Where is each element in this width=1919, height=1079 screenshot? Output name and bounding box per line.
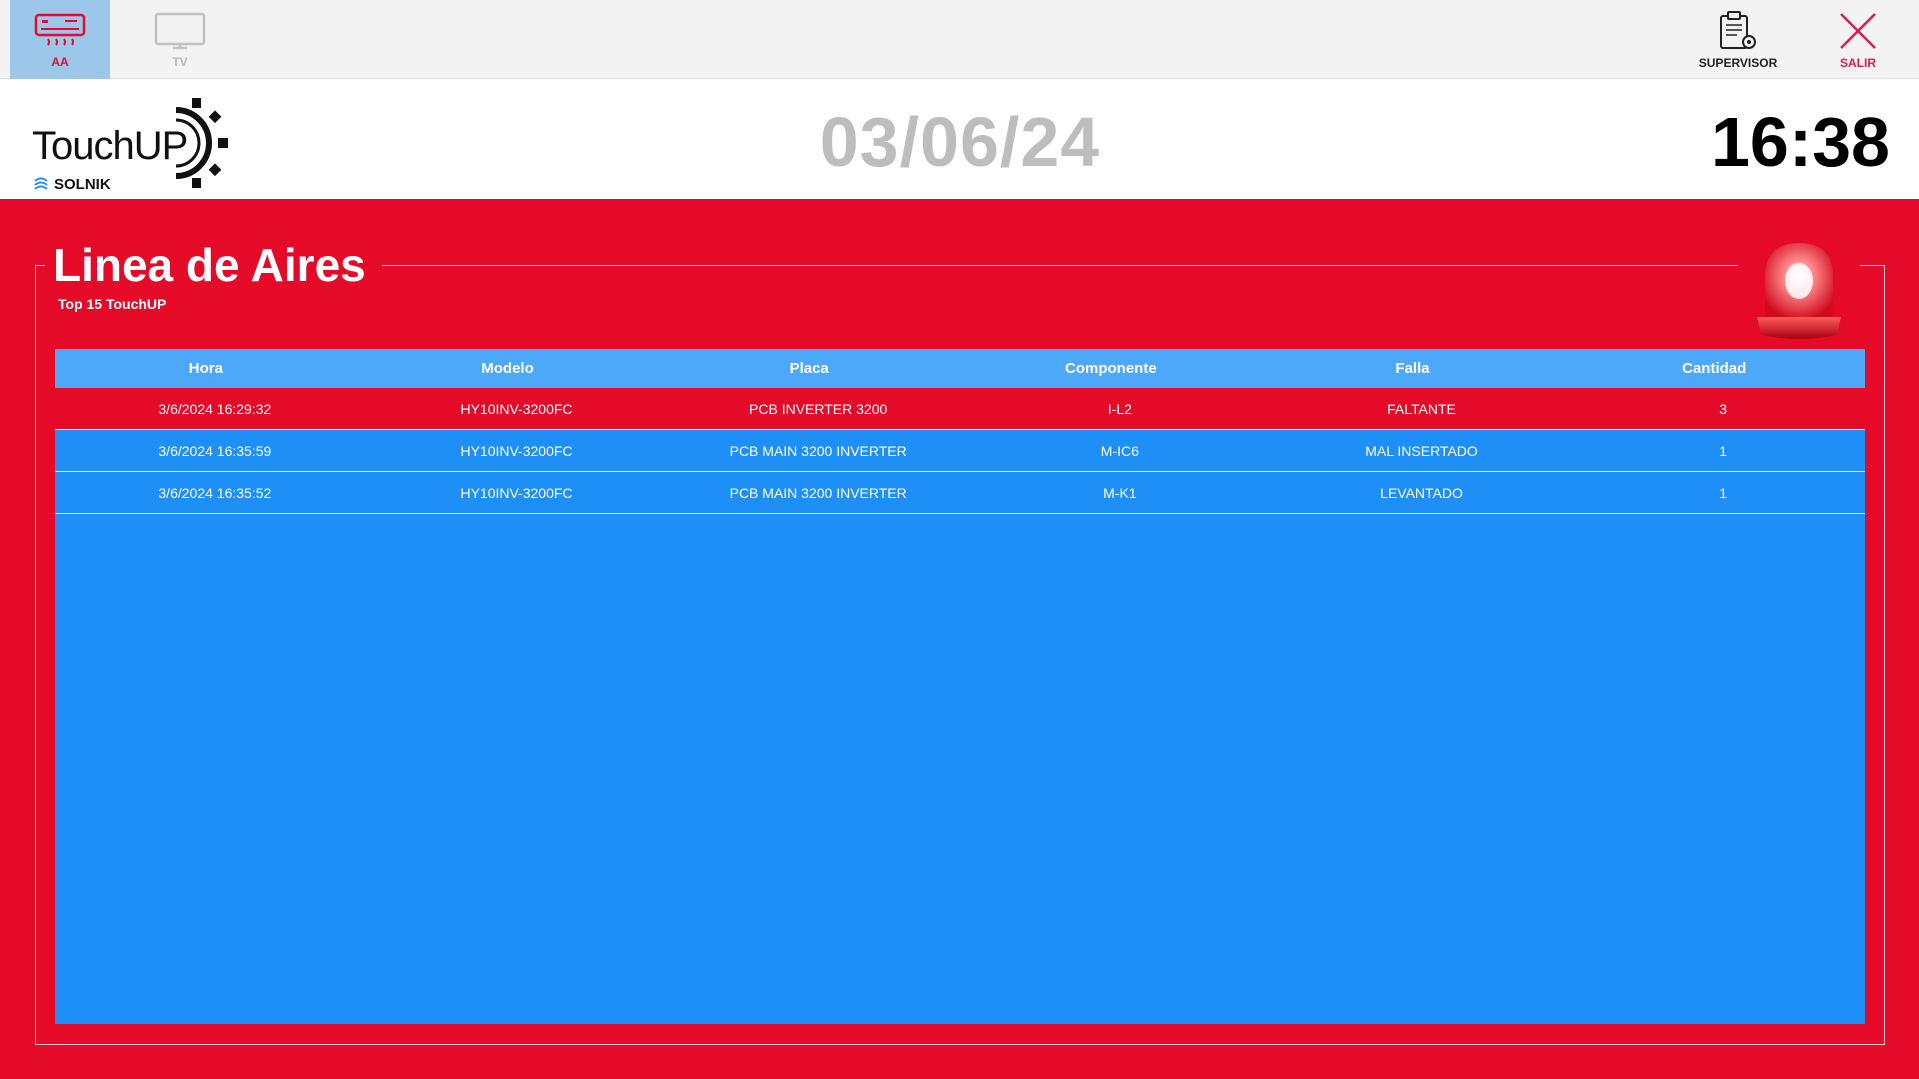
cell-modelo: HY10INV-3200FC bbox=[460, 484, 573, 501]
aa-tab-button[interactable]: AA bbox=[10, 0, 110, 79]
table-row[interactable]: 3/6/2024 16:35:59 HY10INV-3200FC PCB MAI… bbox=[55, 430, 1865, 472]
cell-hora: 3/6/2024 16:35:52 bbox=[158, 484, 272, 501]
cell-falla: MAL INSERTADO bbox=[1365, 442, 1478, 459]
table-row[interactable]: 3/6/2024 16:29:32 HY10INV-3200FC PCB INV… bbox=[55, 388, 1865, 430]
exit-label: SALIR bbox=[1840, 55, 1876, 70]
siren-icon bbox=[1757, 243, 1841, 339]
table-row[interactable]: 3/6/2024 16:35:52 HY10INV-3200FC PCB MAI… bbox=[55, 472, 1865, 514]
cell-falla: FALTANTE bbox=[1387, 400, 1456, 417]
tv-tab-button[interactable]: TV bbox=[130, 0, 230, 79]
column-header-componente[interactable]: Componente bbox=[960, 349, 1262, 388]
tv-tab-label: TV bbox=[172, 54, 188, 69]
logo-text: TouchUP bbox=[32, 124, 188, 168]
solnik-icon bbox=[34, 177, 48, 190]
column-header-hora[interactable]: Hora bbox=[55, 349, 357, 388]
top-toolbar: AA TV SUPERVISOR SALIR bbox=[0, 0, 1919, 79]
cell-cantidad: 1 bbox=[1719, 442, 1728, 459]
table-header: Hora Modelo Placa Componente Falla Canti… bbox=[55, 349, 1865, 388]
cell-componente: I-L2 bbox=[1107, 400, 1132, 417]
clipboard-gear-icon bbox=[1720, 10, 1756, 49]
column-header-cantidad[interactable]: Cantidad bbox=[1563, 349, 1865, 388]
header-bar: TouchUP SOLNIK 03/06/24 16:38 bbox=[0, 80, 1919, 199]
supervisor-button[interactable]: SUPERVISOR bbox=[1688, 0, 1788, 79]
column-header-modelo[interactable]: Modelo bbox=[357, 349, 659, 388]
cell-cantidad: 3 bbox=[1719, 400, 1728, 417]
column-header-falla[interactable]: Falla bbox=[1262, 349, 1564, 388]
cell-hora: 3/6/2024 16:29:32 bbox=[158, 400, 272, 417]
aa-tab-label: AA bbox=[51, 54, 69, 69]
gear-icon bbox=[175, 98, 228, 188]
cell-placa: PCB MAIN 3200 INVERTER bbox=[729, 484, 907, 501]
title-container: Linea de Aires bbox=[45, 239, 382, 292]
air-conditioner-icon bbox=[34, 13, 86, 46]
exit-button[interactable]: SALIR bbox=[1808, 0, 1908, 79]
cell-falla: LEVANTADO bbox=[1380, 484, 1463, 501]
cell-placa: PCB INVERTER 3200 bbox=[749, 400, 888, 417]
cell-componente: M-K1 bbox=[1103, 484, 1137, 501]
column-header-placa[interactable]: Placa bbox=[658, 349, 960, 388]
alarm-container bbox=[1738, 229, 1860, 349]
current-time: 16:38 bbox=[1710, 103, 1890, 181]
cell-componente: M-IC6 bbox=[1100, 442, 1139, 459]
page-title: Linea de Aires bbox=[53, 239, 366, 291]
cell-modelo: HY10INV-3200FC bbox=[460, 400, 573, 417]
supervisor-label: SUPERVISOR bbox=[1698, 55, 1778, 70]
page-subtitle: Top 15 TouchUP bbox=[58, 296, 167, 312]
close-icon bbox=[1840, 12, 1876, 49]
touchup-logo: TouchUP SOLNIK bbox=[26, 96, 246, 193]
defects-table: Hora Modelo Placa Componente Falla Canti… bbox=[55, 349, 1865, 1024]
cell-modelo: HY10INV-3200FC bbox=[460, 442, 573, 459]
cell-cantidad: 1 bbox=[1719, 484, 1728, 501]
cell-placa: PCB MAIN 3200 INVERTER bbox=[729, 442, 907, 459]
cell-hora: 3/6/2024 16:35:59 bbox=[158, 442, 272, 459]
current-date: 03/06/24 bbox=[819, 103, 1101, 181]
line-panel: Linea de Aires Top 15 TouchUP Hora Model… bbox=[0, 199, 1919, 1079]
tv-icon bbox=[154, 12, 206, 49]
logo-subtext: SOLNIK bbox=[54, 176, 111, 193]
